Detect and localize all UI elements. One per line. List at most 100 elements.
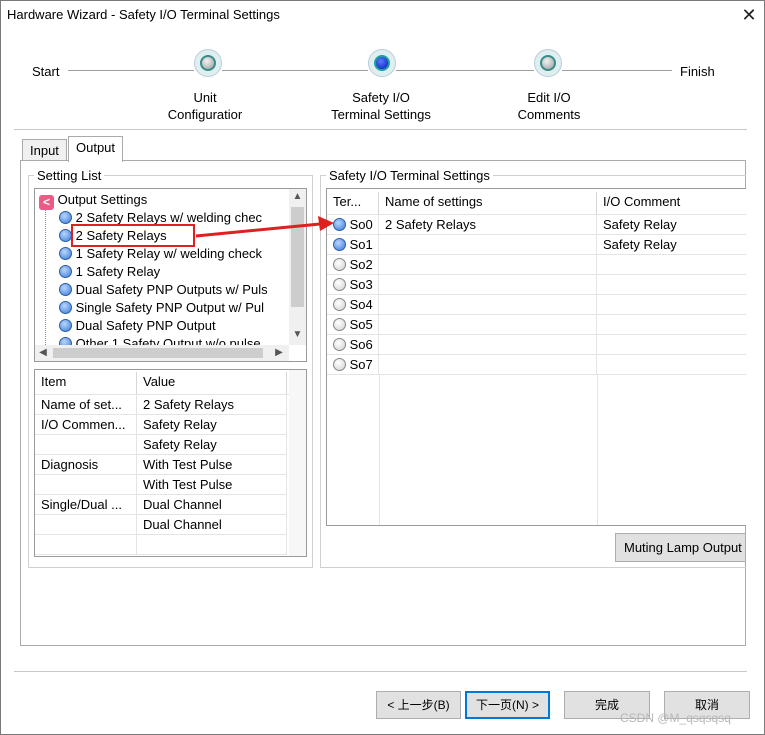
io-comment-cell[interactable]: [597, 355, 746, 375]
tree-item[interactable]: Single Safety PNP Output w/ Pul: [59, 299, 264, 317]
property-name[interactable]: Name of set...: [35, 395, 137, 415]
name-of-settings-cell[interactable]: [379, 235, 597, 255]
name-of-settings-cell[interactable]: [379, 255, 597, 275]
title-bar: Hardware Wizard - Safety I/O Terminal Se…: [1, 1, 764, 29]
highlight-box: [71, 224, 195, 247]
tab-output[interactable]: Output: [68, 136, 124, 162]
step-caption-edit-comments: Edit I/O Comments: [517, 90, 581, 122]
property-value[interactable]: 2 Safety Relays: [137, 395, 287, 415]
name-of-settings-cell[interactable]: [379, 275, 597, 295]
watermark: CSDN @M_qsqsqsq: [620, 711, 731, 725]
next-button[interactable]: 下一页(N) >: [465, 691, 550, 719]
safety-output-icon: [59, 265, 72, 278]
unassigned-output-icon: [333, 278, 346, 291]
unassigned-output-icon: [333, 258, 346, 271]
property-name[interactable]: I/O Commen...: [35, 415, 137, 435]
column-header-item[interactable]: Item: [35, 372, 137, 394]
tree-item[interactable]: 1 Safety Relay: [59, 263, 160, 281]
column-divider: [597, 375, 598, 525]
property-name[interactable]: Single/Dual ...: [35, 495, 137, 515]
header-separator: [14, 129, 747, 130]
property-value[interactable]: With Test Pulse: [137, 475, 287, 495]
name-of-settings-cell[interactable]: [379, 335, 597, 355]
property-value[interactable]: Dual Channel: [137, 495, 287, 515]
step-edit-comments-icon: [534, 49, 562, 77]
step-unit-config-icon: [194, 49, 222, 77]
tree-item[interactable]: Dual Safety PNP Outputs w/ Puls: [59, 281, 268, 299]
io-comment-cell[interactable]: [597, 275, 746, 295]
column-divider: [379, 375, 380, 525]
property-value: [137, 535, 287, 555]
step-finish-label: Finish: [680, 64, 715, 79]
name-of-settings-cell[interactable]: [379, 295, 597, 315]
column-header-name-of-settings[interactable]: Name of settings: [379, 192, 597, 214]
io-comment-cell[interactable]: Safety Relay: [597, 215, 746, 235]
safety-output-icon: [59, 337, 72, 345]
safety-output-icon: [59, 211, 72, 224]
footer-separator: [14, 671, 747, 672]
name-of-settings-cell[interactable]: [379, 315, 597, 335]
scroll-left-icon[interactable]: ◀: [35, 345, 51, 361]
terminal-cell[interactable]: So2: [327, 255, 379, 275]
properties-grid[interactable]: Item Value Name of set... 2 Safety Relay…: [34, 369, 307, 557]
unassigned-output-icon: [333, 318, 346, 331]
property-name[interactable]: [35, 475, 137, 495]
back-button[interactable]: < 上一步(B): [376, 691, 461, 719]
terminal-cell[interactable]: So5: [327, 315, 379, 335]
terminal-cell[interactable]: So3: [327, 275, 379, 295]
terminal-cell[interactable]: So4: [327, 295, 379, 315]
io-comment-cell[interactable]: [597, 255, 746, 275]
column-header-io-comment[interactable]: I/O Comment: [597, 192, 746, 214]
tree-item[interactable]: 1 Safety Relay w/ welding check: [59, 245, 262, 263]
io-comment-cell[interactable]: [597, 315, 746, 335]
io-comment-cell[interactable]: [597, 295, 746, 315]
scroll-up-icon[interactable]: ▲: [289, 189, 306, 205]
properties-scrollbar[interactable]: [289, 370, 306, 556]
window-title: Hardware Wizard - Safety I/O Terminal Se…: [7, 7, 280, 22]
tree-horizontal-scrollbar[interactable]: ◀ ▶: [35, 345, 289, 361]
terminal-grid[interactable]: Ter... Name of settings I/O Comment So0 …: [326, 188, 746, 526]
step-connector: [68, 70, 194, 71]
step-start-label: Start: [32, 64, 60, 79]
scroll-thumb[interactable]: [53, 348, 263, 358]
annotation-arrow-icon: [195, 216, 334, 238]
unassigned-output-icon: [333, 298, 346, 311]
property-value[interactable]: Safety Relay: [137, 435, 287, 455]
setting-list-title: Setting List: [34, 168, 105, 183]
safety-output-icon: [59, 247, 72, 260]
column-header-terminal[interactable]: Ter...: [327, 192, 379, 214]
unassigned-output-icon: [333, 358, 346, 371]
property-name[interactable]: [35, 435, 137, 455]
safety-output-icon: [59, 283, 72, 296]
step-caption-unit-config: Unit Configuratior: [167, 90, 243, 122]
step-connector: [222, 70, 368, 71]
column-header-value[interactable]: Value: [137, 372, 287, 394]
tab-input[interactable]: Input: [22, 139, 67, 161]
step-connector: [562, 70, 672, 71]
terminal-settings-title: Safety I/O Terminal Settings: [326, 168, 493, 183]
muting-lamp-output-button[interactable]: Muting Lamp Output: [615, 533, 746, 562]
name-of-settings-cell[interactable]: 2 Safety Relays: [379, 215, 597, 235]
unassigned-output-icon: [333, 338, 346, 351]
close-icon[interactable]: ✕: [738, 4, 760, 26]
scroll-right-icon[interactable]: ▶: [271, 345, 287, 361]
property-value[interactable]: Dual Channel: [137, 515, 287, 535]
tree-item[interactable]: Other 1 Safety Output w/o pulse: [59, 335, 261, 345]
step-connector: [396, 70, 534, 71]
property-name[interactable]: Diagnosis: [35, 455, 137, 475]
property-value[interactable]: With Test Pulse: [137, 455, 287, 475]
terminal-cell[interactable]: So6: [327, 335, 379, 355]
property-value[interactable]: Safety Relay: [137, 415, 287, 435]
property-name[interactable]: [35, 515, 137, 535]
io-comment-cell[interactable]: [597, 335, 746, 355]
safety-output-icon: [59, 319, 72, 332]
name-of-settings-cell[interactable]: [379, 355, 597, 375]
io-comment-cell[interactable]: Safety Relay: [597, 235, 746, 255]
step-terminal-settings-icon: [368, 49, 396, 77]
property-name: [35, 535, 137, 555]
scroll-down-icon[interactable]: ▼: [289, 327, 306, 343]
terminal-cell[interactable]: So7: [327, 355, 379, 375]
tree-root-output-settings[interactable]: < Output Settings: [39, 191, 147, 210]
step-caption-terminal-settings: Safety I/O Terminal Settings: [331, 90, 431, 122]
tree-item[interactable]: Dual Safety PNP Output: [59, 317, 216, 335]
